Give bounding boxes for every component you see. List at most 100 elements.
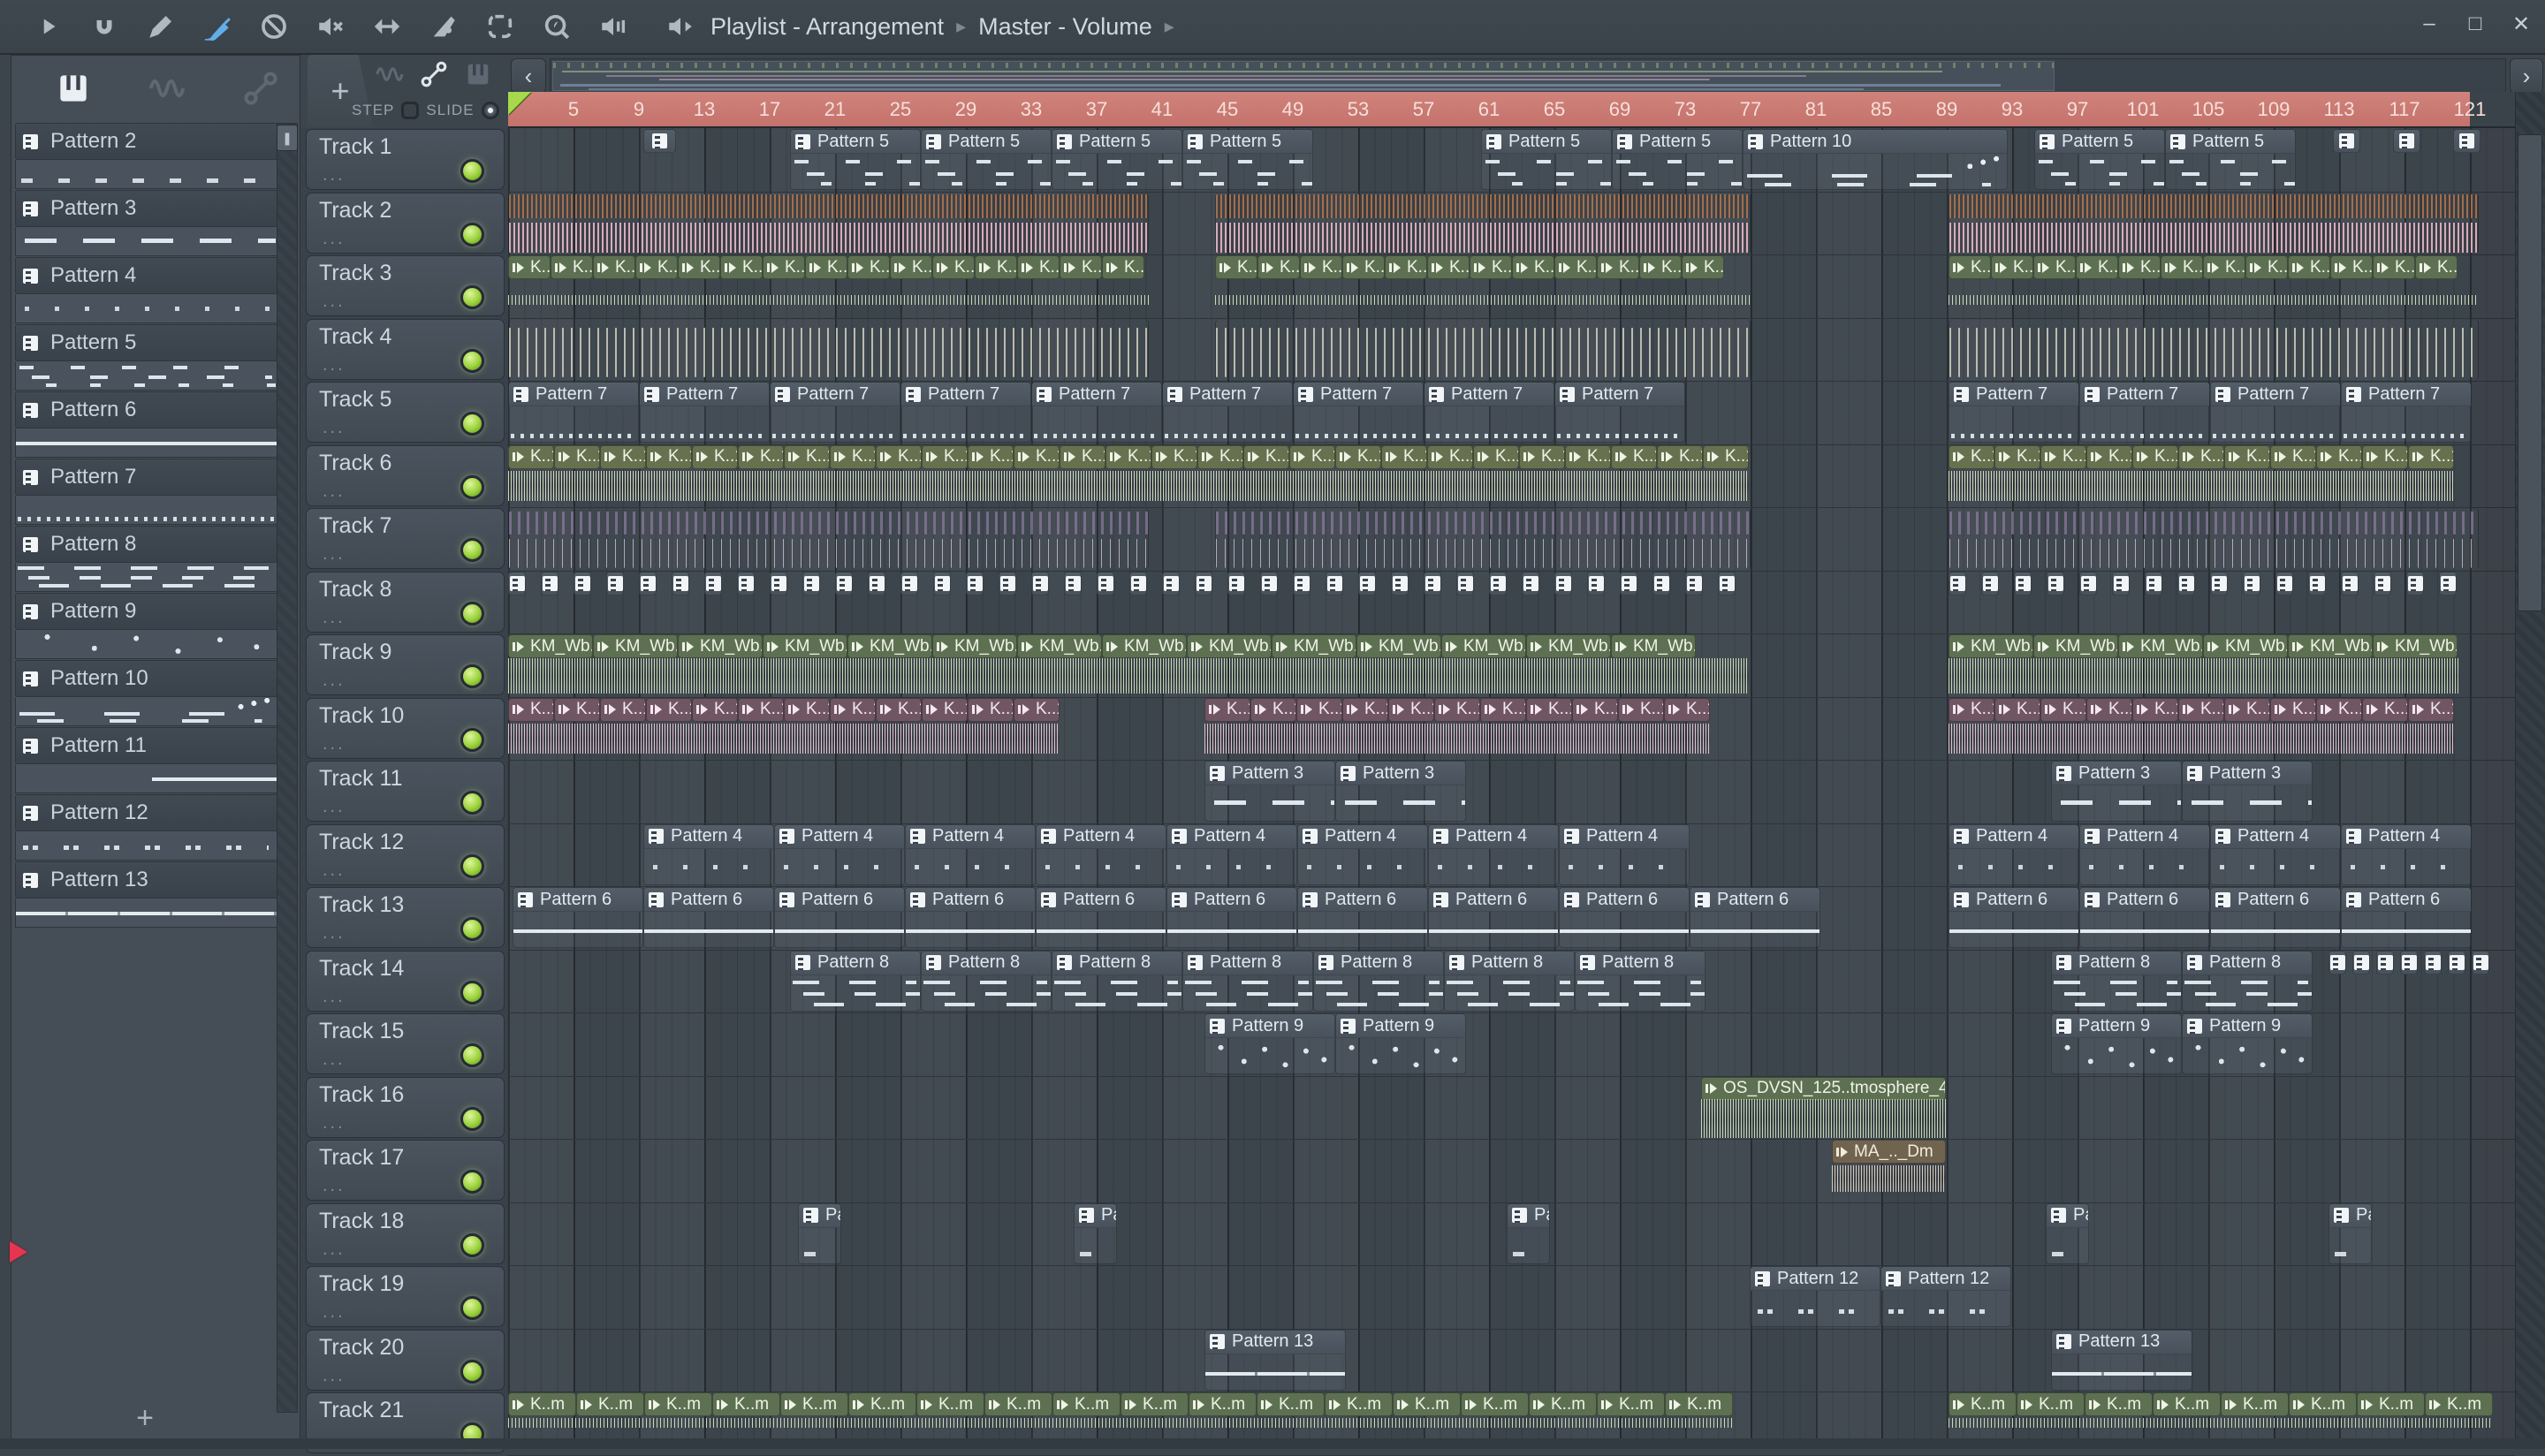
pattern-list-scroll-handle[interactable]: ❚ [277, 125, 298, 151]
pattern-item-pattern-5[interactable]: Pattern 5 [15, 324, 278, 391]
pattern-clip-small[interactable] [2374, 571, 2391, 595]
pattern-clip-pattern-7[interactable]: Pattern 7 [1293, 382, 1424, 443]
pattern-clip-pattern-4[interactable]: Pattern 4 [2079, 823, 2210, 885]
pattern-clip-small[interactable] [1097, 571, 1114, 595]
audio-clip-k-1[interactable]: K..1 [1342, 697, 1388, 722]
pattern-item-pattern-13[interactable]: Pattern 13 [15, 861, 278, 928]
pattern-clip-small[interactable] [2328, 950, 2346, 974]
audio-clip-ma-dm[interactable]: MA_.._Dm [1832, 1140, 1946, 1164]
audio-clip-k-4[interactable]: K..4 [1991, 255, 2033, 279]
pattern-clip-small[interactable] [574, 571, 591, 595]
audio-clip-k-4[interactable]: K..4 [1949, 255, 1991, 279]
audio-clip-k-m[interactable]: K..m [984, 1392, 1052, 1416]
pattern-clip-small[interactable] [2112, 571, 2130, 595]
audio-clip-k-1[interactable]: K..1 [1657, 444, 1703, 469]
pattern-clip-pattern-6[interactable]: Pattern 6 [1559, 887, 1690, 948]
audio-clip-k-1[interactable]: K..1 [1949, 697, 1994, 722]
pattern-clip-small[interactable] [2424, 950, 2442, 974]
pattern-clip-small[interactable] [2243, 571, 2260, 595]
track-header-9[interactable]: Track 9 ... [306, 634, 505, 695]
audio-clip-km-wb-r-12[interactable]: KM_Wb..R_12 [508, 634, 593, 658]
audio-clip-k-1[interactable]: K..1 [2132, 697, 2178, 722]
pattern-clip-small[interactable] [1620, 571, 1637, 595]
track-options[interactable]: ... [323, 418, 346, 438]
audio-clip-k-1[interactable]: K..1 [1014, 444, 1060, 469]
audio-clip-k-1[interactable]: K..1 [1289, 444, 1335, 469]
audio-clip-k-1[interactable]: K..1 [600, 697, 646, 722]
track-header-8[interactable]: Track 8 ... [306, 571, 505, 633]
audio-clip-k-m[interactable]: K..m [1257, 1392, 1325, 1416]
pattern-clip-notes[interactable] [508, 193, 1149, 254]
track-mute-led[interactable] [460, 474, 484, 499]
audio-clip-k-1[interactable]: K..1 [2362, 444, 2408, 469]
pattern-clip-notes[interactable] [1949, 193, 2479, 254]
playlist-tool-tab-patterns[interactable] [463, 59, 493, 94]
track-mute-led[interactable] [460, 538, 484, 562]
track-header-3[interactable]: Track 3 ... [306, 255, 505, 316]
track-options[interactable]: ... [323, 1176, 346, 1196]
audio-waveform[interactable] [1701, 1098, 1946, 1138]
audio-clip-k-1[interactable]: K..1 [1664, 697, 1710, 722]
pattern-clip-pattern-13[interactable]: Pattern 13 [2051, 1329, 2192, 1391]
pattern-clip-small[interactable] [835, 571, 853, 595]
pattern-clip-pattern-6[interactable]: Pattern 6 [2210, 887, 2341, 948]
slide-toggle[interactable] [481, 102, 499, 119]
pattern-clip-pattern-10[interactable]: Pattern 10 [1743, 129, 2008, 190]
track-header-6[interactable]: Track 6 ... [306, 444, 505, 506]
audio-clip-k-4[interactable]: K..4 [1257, 255, 1300, 279]
pattern-clip-pattern-12[interactable]: Pattern 12 [1880, 1266, 2011, 1327]
audio-clip-km-wb-r-12[interactable]: KM_Wb..R_12 [763, 634, 847, 658]
audio-clip-k-m[interactable]: K..m [1529, 1392, 1597, 1416]
audio-clip-k-m[interactable]: K..m [712, 1392, 780, 1416]
audio-clip-k-4[interactable]: K..4 [1512, 255, 1554, 279]
pattern-clip-small[interactable] [1129, 571, 1147, 595]
audio-clip-k-4[interactable]: K..4 [1682, 255, 1724, 279]
minimize-button[interactable]: – [2418, 11, 2441, 35]
audio-clip-k-4[interactable]: K..4 [847, 255, 890, 279]
pattern-clip-pattern-8[interactable]: Pattern 8 [921, 950, 1052, 1012]
pattern-clip-small[interactable] [1031, 571, 1049, 595]
pattern-clip-pa..1[interactable]: Pa..1 [2328, 1202, 2372, 1264]
track-header-16[interactable]: Track 16 ... [306, 1076, 505, 1138]
audio-clip-k-m[interactable]: K..m [1393, 1392, 1461, 1416]
pattern-clip-small[interactable] [2333, 129, 2360, 153]
audio-clip-k-1[interactable]: K..1 [968, 444, 1014, 469]
pattern-clip-pa..1[interactable]: Pa..1 [2046, 1202, 2089, 1264]
pattern-clip-small[interactable] [704, 571, 722, 595]
audio-clip-k-1[interactable]: K..1 [2040, 697, 2086, 722]
audio-clip-k-4[interactable]: K..4 [1597, 255, 1639, 279]
pattern-clip-pattern-6[interactable]: Pattern 6 [774, 887, 905, 948]
pattern-clip-pattern-9[interactable]: Pattern 9 [1204, 1013, 1335, 1074]
playlist-grid[interactable]: Pattern 5 Pattern 5 Pattern 5 Pattern 5 … [508, 128, 2515, 1456]
pattern-clip-pattern-6[interactable]: Pattern 6 [1036, 887, 1166, 948]
pattern-clip-pattern-4[interactable]: Pattern 4 [1559, 823, 1690, 885]
audio-clip-k-m[interactable]: K..m [644, 1392, 712, 1416]
audio-waveform[interactable] [508, 658, 1749, 694]
pattern-clip-small[interactable] [933, 571, 951, 595]
pattern-clip-small[interactable] [1522, 571, 1539, 595]
pattern-clip-pattern-7[interactable]: Pattern 7 [1424, 382, 1554, 443]
audio-clip-k-1[interactable]: K..1 [1949, 444, 1994, 469]
audio-clip-k-4[interactable]: K..4 [1017, 255, 1060, 279]
audio-tick-strip[interactable] [1949, 1418, 2493, 1428]
pattern-clip-small[interactable] [1195, 571, 1212, 595]
track-options[interactable]: ... [323, 1366, 346, 1386]
audio-clip-k-m[interactable]: K..m [2425, 1392, 2493, 1416]
audio-clip-k-1[interactable]: K..1 [830, 697, 876, 722]
audio-clip-k-1[interactable]: K..1 [968, 697, 1014, 722]
audio-clip-k-1[interactable]: K..1 [646, 444, 692, 469]
pattern-item-pattern-2[interactable]: Pattern 2 [15, 123, 278, 189]
step-toggle[interactable] [401, 102, 420, 119]
pattern-clip-notes[interactable] [1949, 319, 2479, 380]
track-options[interactable]: ... [323, 482, 346, 502]
audio-waveform[interactable] [1949, 658, 2459, 694]
pattern-clip-pattern-8[interactable]: Pattern 8 [1182, 950, 1313, 1012]
audio-clip-k-4[interactable]: K..4 [2118, 255, 2161, 279]
audio-clip-k-1[interactable]: K..1 [508, 697, 554, 722]
pattern-clip-small[interactable] [1358, 571, 1376, 595]
pattern-clip-small[interactable] [672, 571, 689, 595]
audio-clip-km-wb-r-12[interactable]: KM_Wb..R_12 [1272, 634, 1356, 658]
pattern-item-pattern-3[interactable]: Pattern 3 [15, 190, 278, 256]
audio-clip-k-1[interactable]: K..1 [1572, 697, 1618, 722]
audio-clip-km-wb-r-12[interactable]: KM_Wb..R_12 [1017, 634, 1102, 658]
